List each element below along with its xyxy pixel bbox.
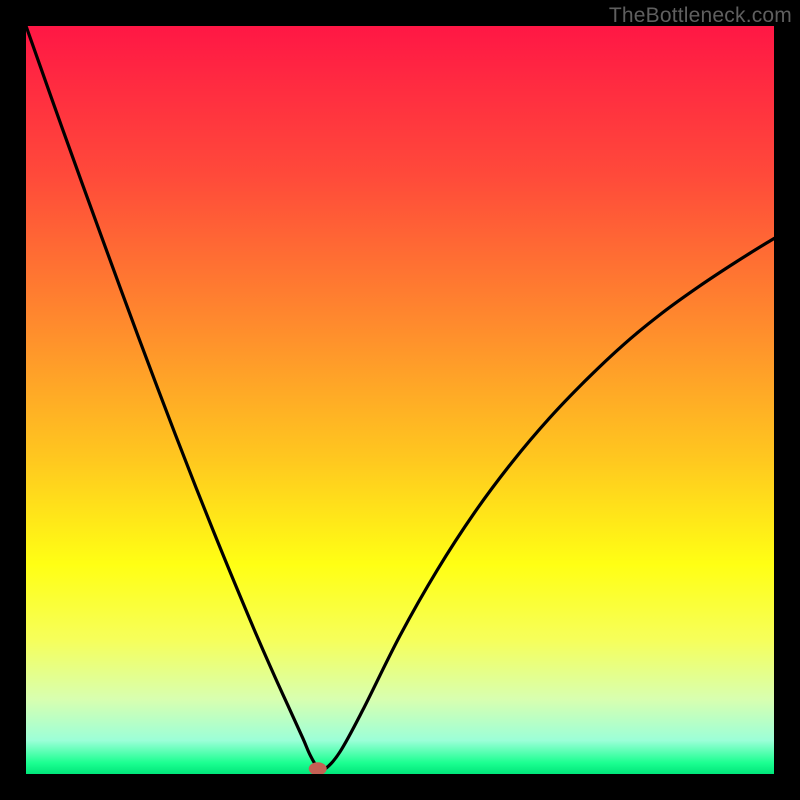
watermark-text: TheBottleneck.com: [609, 4, 792, 28]
chart-svg: [26, 26, 774, 774]
chart-background: [26, 26, 774, 774]
chart-frame: [26, 26, 774, 774]
